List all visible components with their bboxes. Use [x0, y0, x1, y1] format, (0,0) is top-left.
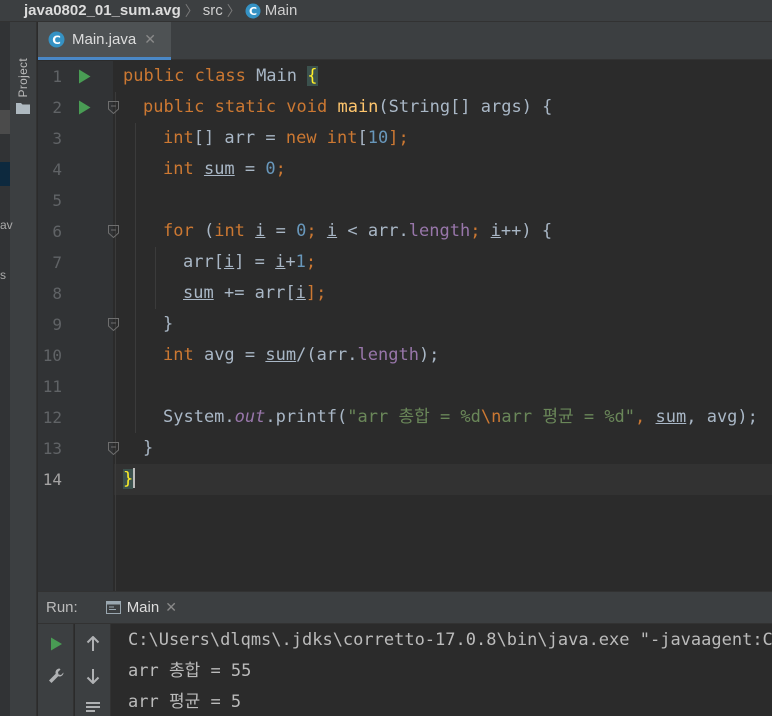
line-number[interactable]: 14	[38, 464, 62, 495]
text-caret	[133, 468, 136, 488]
console-line: arr 총합 = 55	[128, 661, 252, 681]
scroll-up-button[interactable]	[83, 634, 103, 654]
close-icon[interactable]: ✕	[165, 599, 177, 616]
code-text-area[interactable]: public class Main { public static void m…	[114, 61, 772, 591]
line-number[interactable]: 13	[38, 433, 62, 464]
run-tab-main[interactable]: Main ✕	[105, 599, 177, 616]
line-number[interactable]: 5	[38, 185, 62, 216]
panel-highlight	[0, 110, 10, 134]
line-number[interactable]: 4	[38, 154, 62, 185]
code-line-9: }	[163, 314, 174, 334]
line-number[interactable]: 8	[38, 278, 62, 309]
wrap-lines-icon	[86, 702, 100, 712]
code-line-1: public class Main {	[123, 66, 318, 86]
run-tab-label: Main	[126, 599, 160, 616]
run-window-label: Run:	[46, 599, 78, 616]
console-output[interactable]: C:\Users\dlqms\.jdks\corretto-17.0.8\bin…	[128, 624, 772, 716]
code-line-7: arr[i] = i+1;	[183, 252, 317, 272]
line-number[interactable]: 7	[38, 247, 62, 278]
breadcrumb-main[interactable]: Main	[265, 2, 298, 19]
svg-text:C: C	[52, 33, 61, 47]
line-number[interactable]: 3	[38, 123, 62, 154]
console-icon	[105, 601, 121, 614]
run-gutter-icon[interactable]	[78, 100, 91, 120]
run-toolbar-primary	[38, 624, 74, 716]
code-line-10: int avg = sum/(arr.length);	[163, 345, 440, 365]
code-line-3: int[] arr = new int[10];	[163, 128, 409, 148]
tab-label: Main.java	[72, 31, 137, 48]
line-number[interactable]: 1	[38, 61, 62, 92]
breadcrumb-project[interactable]: java0802_01_sum.avg	[24, 2, 181, 19]
line-number[interactable]: 10	[38, 340, 62, 371]
line-number[interactable]: 9	[38, 309, 62, 340]
code-line-2: public static void main(String[] args) {	[143, 97, 553, 117]
arrow-up-icon	[86, 636, 100, 651]
matched-brace: }	[123, 469, 134, 489]
java-class-icon: C	[48, 31, 65, 48]
java-class-icon: C	[245, 3, 261, 19]
modify-run-configuration-button[interactable]	[46, 666, 66, 686]
project-tool-label: Project	[16, 58, 30, 98]
breadcrumb-src[interactable]: src	[203, 2, 223, 19]
folder-icon	[16, 101, 30, 119]
run-gutter-icon[interactable]	[78, 69, 91, 89]
panel-selection	[0, 162, 10, 186]
arrow-down-icon	[86, 669, 100, 684]
code-line-8: sum += arr[i];	[183, 283, 327, 303]
tab-main-java[interactable]: C Main.java ✕	[38, 22, 171, 60]
breadcrumb-separator: 〉	[184, 2, 199, 19]
rerun-button[interactable]	[46, 634, 66, 654]
line-number[interactable]: 12	[38, 402, 62, 433]
close-icon[interactable]: ✕	[144, 31, 156, 48]
code-line-14: }	[114, 464, 772, 495]
matched-brace: {	[307, 66, 318, 86]
code-line-6: for (int i = 0; i < arr.length; i++) {	[163, 221, 553, 241]
run-tool-window: C:\Users\dlqms\.jdks\corretto-17.0.8\bin…	[38, 624, 772, 716]
code-line-13: }	[143, 438, 154, 458]
play-icon	[51, 637, 62, 651]
run-tool-window-header: Run: Main ✕	[38, 591, 772, 624]
console-line: arr 평균 = 5	[128, 692, 242, 712]
panel-fragment-text: s	[0, 268, 6, 282]
editor-tab-bar: C Main.java ✕	[38, 22, 772, 60]
project-tool-button[interactable]: Project	[12, 58, 34, 122]
line-number[interactable]: 11	[38, 371, 62, 402]
left-tool-stripe: av s Project	[0, 22, 37, 716]
panel-fragment-text: av	[0, 218, 13, 232]
breadcrumb-separator: 〉	[226, 2, 241, 19]
console-line: C:\Users\dlqms\.jdks\corretto-17.0.8\bin…	[128, 630, 772, 650]
collapsed-panel-edge: av s	[0, 22, 13, 716]
run-toolbar-secondary	[75, 624, 111, 716]
wrench-icon	[49, 668, 64, 683]
soft-wrap-button[interactable]	[83, 698, 103, 716]
code-line-12: System.out.printf("arr 총합 = %d\narr 평균 =…	[163, 407, 758, 427]
svg-text:C: C	[249, 5, 257, 18]
navigation-breadcrumb: java0802_01_sum.avg 〉 src 〉 C Main	[0, 0, 772, 22]
line-number[interactable]: 6	[38, 216, 62, 247]
code-line-4: int sum = 0;	[163, 159, 286, 179]
line-number[interactable]: 2	[38, 92, 62, 123]
scroll-down-button[interactable]	[83, 666, 103, 686]
code-editor[interactable]: 1 2 3 4 5 6 7 8 9 10 11 12 13 14 public class Main { …	[38, 61, 772, 591]
